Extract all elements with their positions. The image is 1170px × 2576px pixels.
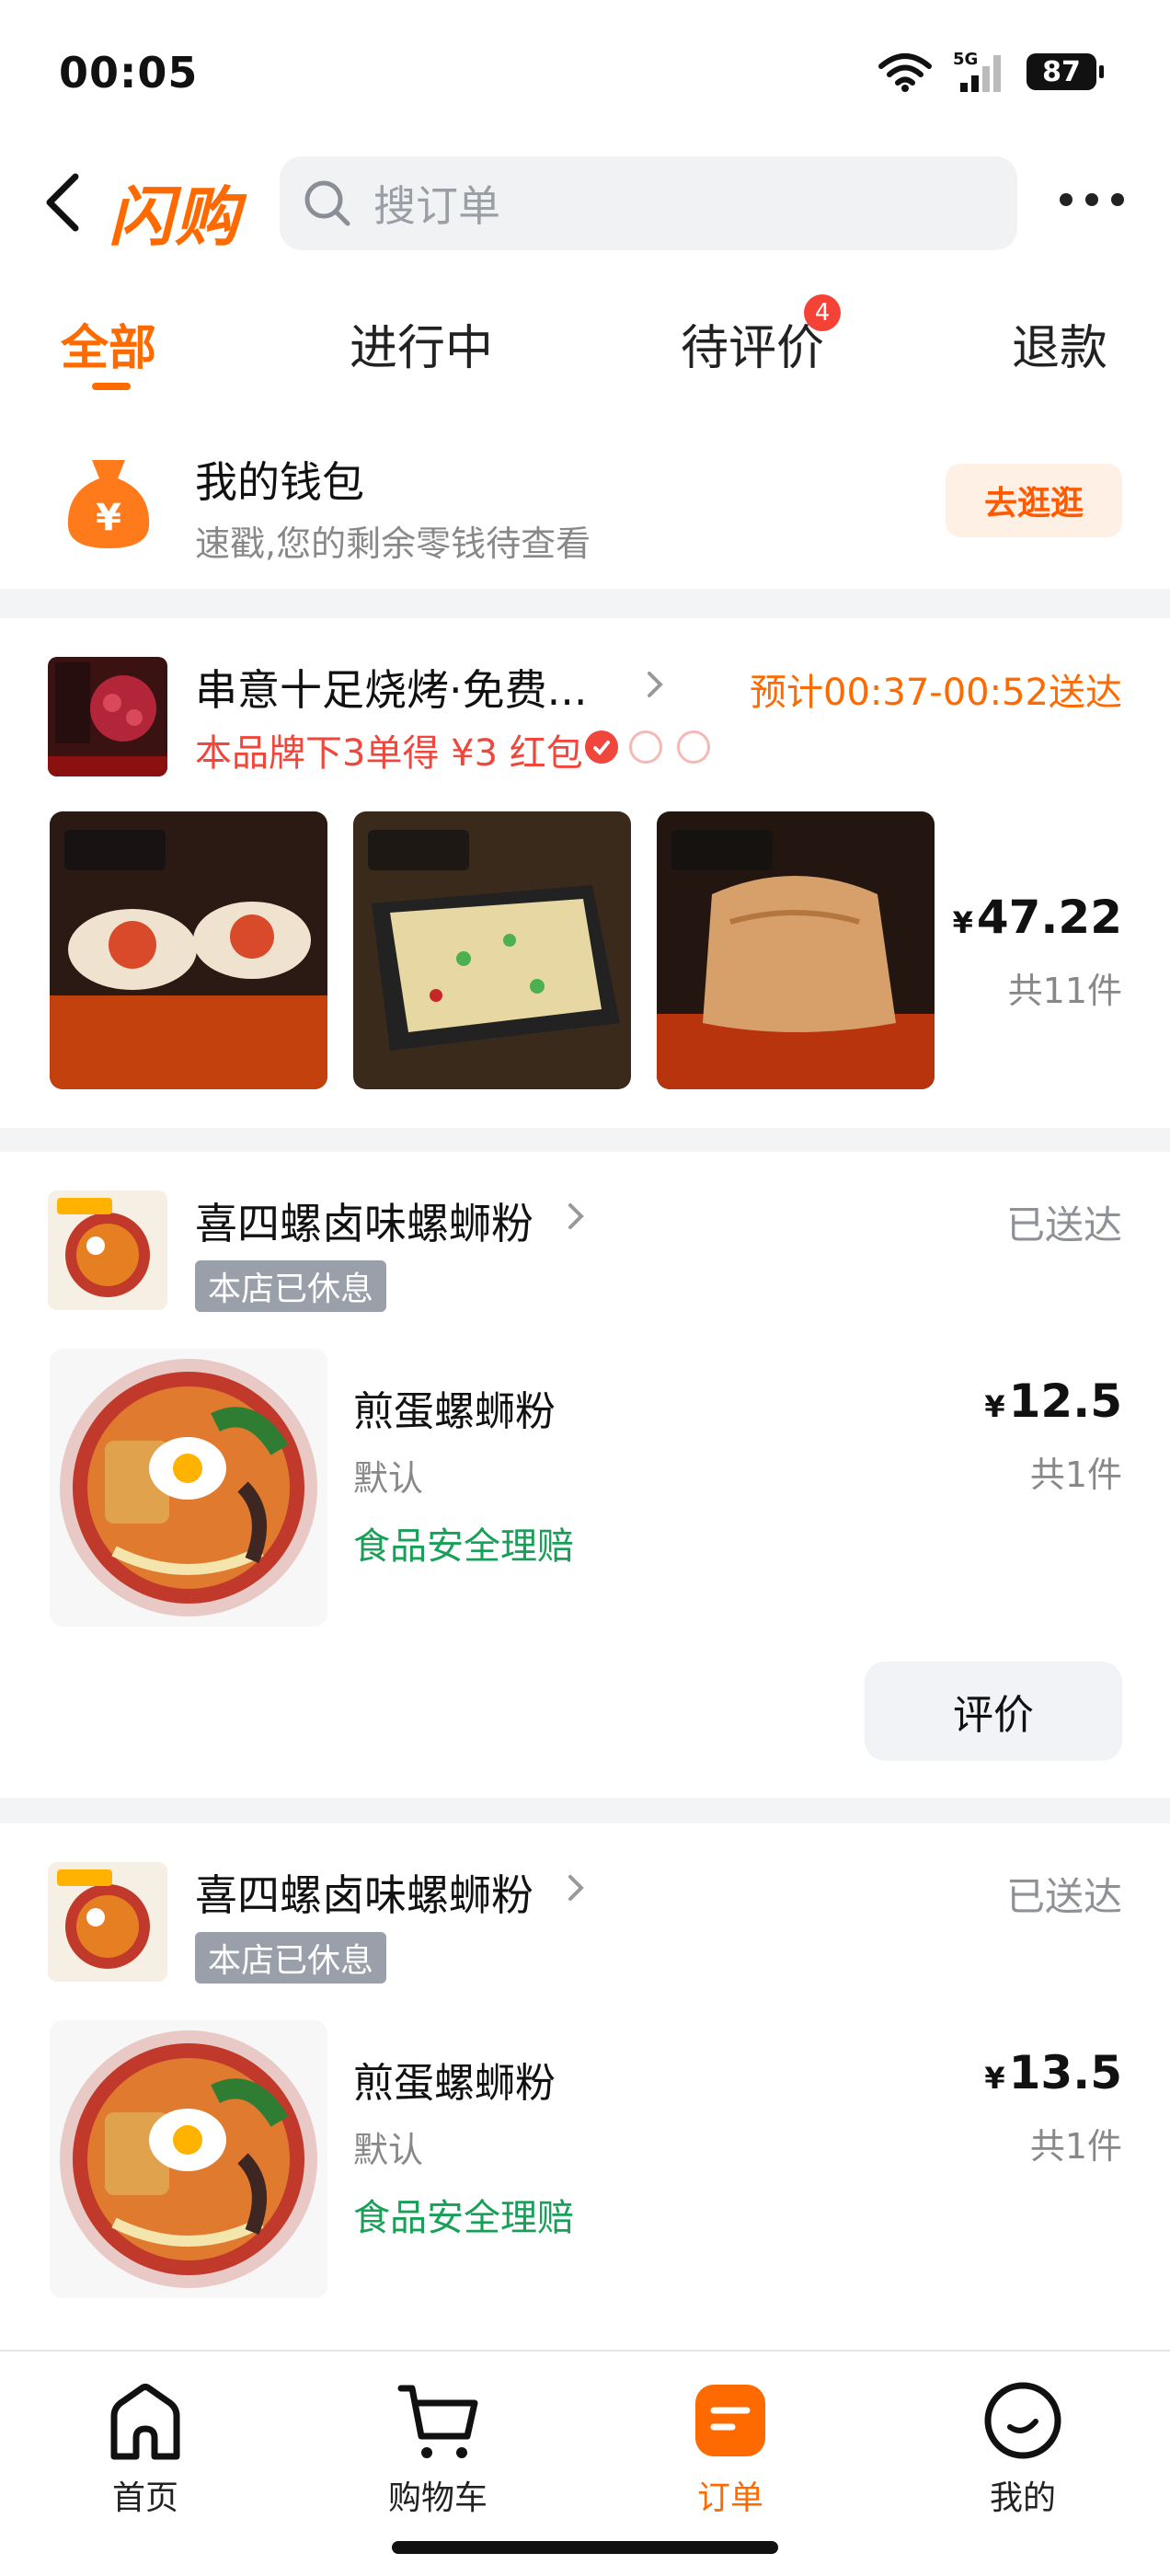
item-name: 煎蛋螺蛳粉 — [353, 1388, 556, 1435]
order-total: ¥13.5 — [984, 2046, 1122, 2099]
store-thumbnail — [48, 1190, 167, 1310]
promo-progress-dot — [629, 730, 662, 764]
order-card[interactable]: 串意十足烧烤·免费... 预计00:37-00:52送达 本品牌下3单得 ¥3 … — [0, 618, 1170, 1128]
nav-profile[interactable]: 我的 — [949, 2379, 1096, 2519]
app-logo: 闪购 — [109, 179, 241, 255]
tab-to-review[interactable]: 待评价 — [681, 309, 824, 378]
chevron-right-icon — [648, 672, 663, 697]
food-image — [657, 811, 935, 1089]
chevron-right-icon — [568, 1875, 584, 1901]
nav-profile-label: 我的 — [989, 2479, 1056, 2517]
store-closed-tag: 本店已休息 — [195, 1260, 387, 1312]
nav-home[interactable]: 首页 — [72, 2379, 219, 2519]
item-name: 煎蛋螺蛳粉 — [353, 2060, 556, 2107]
tab-in-progress[interactable]: 进行中 — [350, 309, 493, 378]
promo-progress-dot — [677, 730, 710, 764]
cart-icon — [397, 2385, 478, 2458]
order-status: 已送达 — [1005, 1874, 1122, 1919]
home-icon — [110, 2384, 180, 2460]
review-button[interactable]: 评价 — [865, 1662, 1122, 1761]
wifi-icon — [878, 53, 932, 92]
nav-cart[interactable]: 购物车 — [364, 2379, 511, 2519]
item-count: 共11件 — [1007, 971, 1122, 1011]
food-safety-claim[interactable]: 食品安全理赔 — [353, 1516, 574, 1570]
item-count: 共1件 — [1029, 1455, 1122, 1495]
status-icons: 5G 87 — [878, 50, 1104, 94]
food-image — [50, 811, 327, 1089]
order-total: ¥12.5 — [984, 1374, 1122, 1428]
wallet-subtitle: 速戳,您的剩余零钱待查看 — [195, 523, 591, 564]
svg-text:¥: ¥ — [96, 497, 121, 539]
search-input[interactable]: 搜订单 — [280, 156, 1017, 250]
top-panel: 00:05 5G 87 闪购 搜订单 全部 进行中 待评价 退款 4 ¥ 我的钱… — [0, 0, 1170, 589]
order-icon — [695, 2385, 765, 2456]
delivery-eta: 预计00:37-00:52送达 — [750, 672, 1122, 714]
promo-text: 本品牌下3单得 ¥3 红包 — [195, 732, 583, 775]
wallet-title: 我的钱包 — [195, 457, 364, 507]
back-arrow-icon[interactable] — [37, 166, 92, 239]
status-time: 00:05 — [59, 48, 199, 98]
order-status: 已送达 — [1005, 1202, 1122, 1248]
store-thumbnail — [48, 657, 167, 776]
order-tabs: 全部 进行中 待评价 退款 — [0, 309, 1170, 392]
nav-orders[interactable]: 订单 — [657, 2379, 804, 2519]
active-tab-indicator — [92, 383, 131, 390]
food-image — [50, 2020, 327, 2298]
food-image — [353, 811, 631, 1089]
food-safety-claim[interactable]: 食品安全理赔 — [353, 2188, 574, 2241]
item-spec: 默认 — [353, 1458, 424, 1499]
item-spec: 默认 — [353, 2130, 424, 2170]
network-type: 5G — [953, 50, 978, 69]
store-name[interactable]: 喜四螺卤味螺蛳粉 — [195, 1862, 533, 1923]
money-bag-icon: ¥ — [67, 460, 150, 548]
search-icon — [304, 180, 350, 226]
nav-orders-label: 订单 — [696, 2479, 763, 2517]
food-image — [50, 1349, 327, 1627]
tab-refund[interactable]: 退款 — [1012, 309, 1107, 378]
search-placeholder: 搜订单 — [373, 181, 500, 231]
cellular-signal-icon: 5G — [953, 50, 1001, 92]
profile-icon — [984, 2382, 1061, 2459]
nav-home-label: 首页 — [111, 2479, 178, 2517]
battery-indicator: 87 — [1027, 53, 1104, 90]
order-total: ¥47.22 — [952, 891, 1122, 944]
nav-cart-label: 购物车 — [387, 2479, 488, 2517]
chevron-right-icon — [568, 1203, 584, 1229]
store-thumbnail — [48, 1862, 167, 1982]
review-count-badge: 4 — [804, 294, 841, 331]
order-card[interactable]: 喜四螺卤味螺蛳粉 已送达 本店已休息 煎蛋螺蛳粉 默认 食品安全理赔 ¥12.5… — [0, 1152, 1170, 1798]
order-card[interactable]: 喜四螺卤味螺蛳粉 已送达 本店已休息 煎蛋螺蛳粉 默认 食品安全理赔 ¥13.5… — [0, 1823, 1170, 2350]
store-name[interactable]: 串意十足烧烤·免费... — [195, 657, 588, 718]
item-count: 共1件 — [1029, 2126, 1122, 2167]
promo-progress-dot — [585, 730, 618, 764]
tab-all[interactable]: 全部 — [61, 309, 156, 378]
wallet-browse-button[interactable]: 去逛逛 — [946, 464, 1122, 537]
more-options-icon[interactable] — [1060, 193, 1124, 206]
store-closed-tag: 本店已休息 — [195, 1932, 387, 1984]
store-name[interactable]: 喜四螺卤味螺蛳粉 — [195, 1190, 533, 1251]
home-indicator — [392, 2541, 778, 2554]
